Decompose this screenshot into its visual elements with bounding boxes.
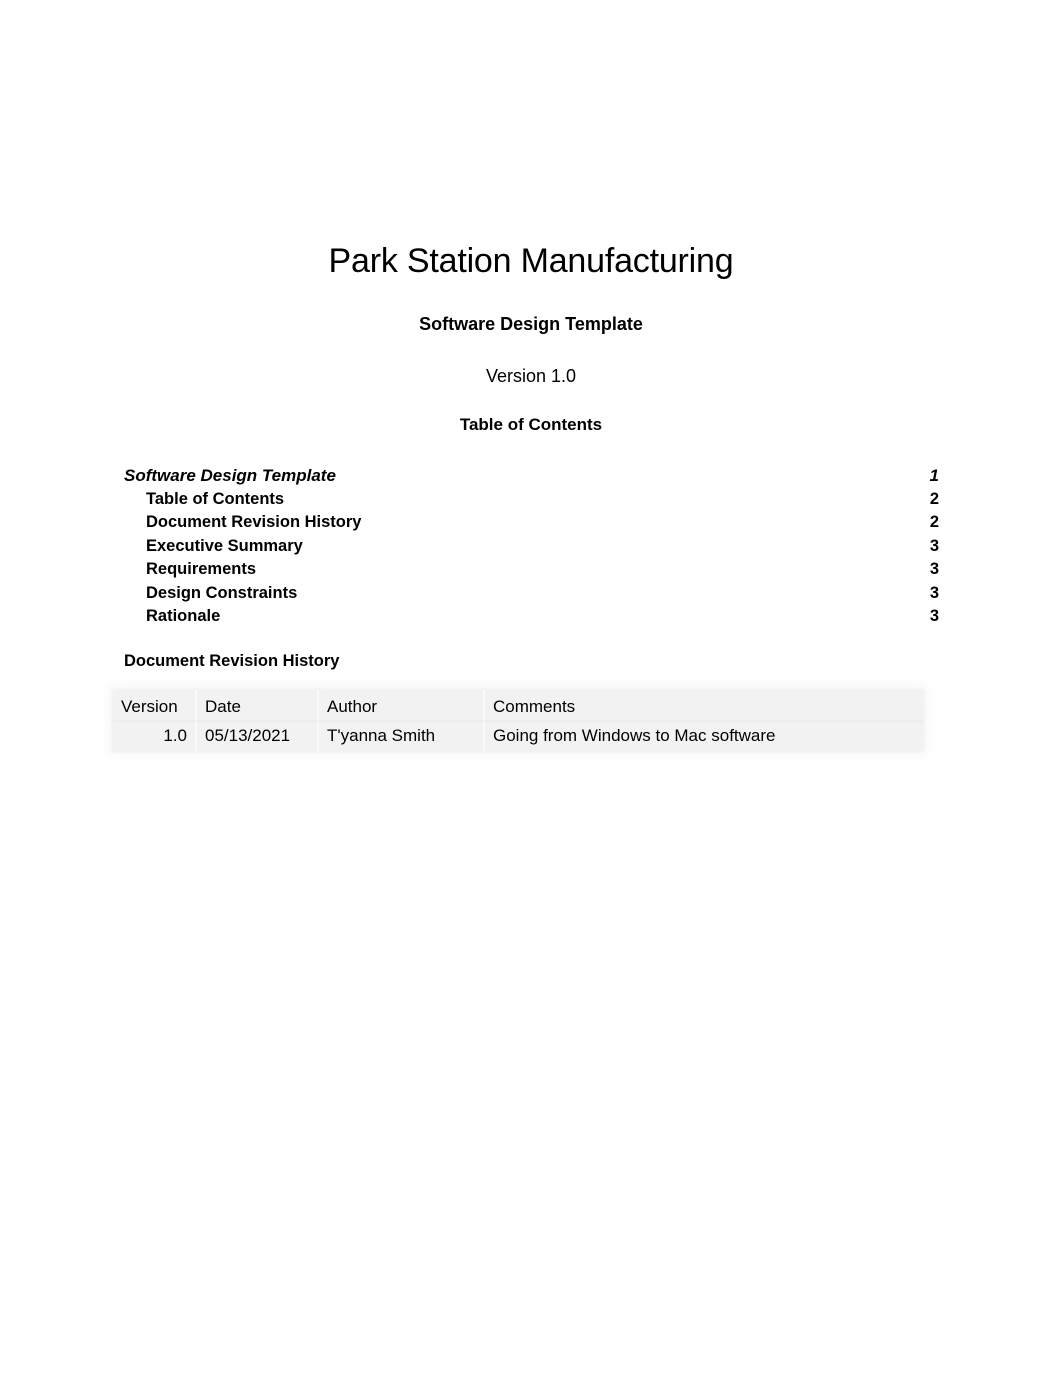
- revision-history-table: Version Date Author Comments 1.0 05/13/2…: [113, 690, 923, 751]
- toc-entry[interactable]: Table of Contents 2: [124, 488, 939, 512]
- toc-entry[interactable]: Executive Summary 3: [124, 535, 939, 559]
- toc-entry-page: 2: [929, 489, 939, 508]
- table-of-contents-heading: Table of Contents: [459, 415, 603, 434]
- toc-entry-page: 3: [929, 560, 939, 578]
- revision-history-table-container: Version Date Author Comments 1.0 05/13/2…: [113, 690, 923, 751]
- table-header-row: Version Date Author Comments: [113, 690, 923, 722]
- document-page: Park Station Manufacturing Software Desi…: [0, 0, 1062, 1377]
- column-header-date: Date: [197, 690, 319, 722]
- toc-entry[interactable]: Rationale 3: [124, 605, 939, 629]
- toc-entry-label: Rationale: [146, 607, 221, 625]
- toc-entry-page: 1: [929, 466, 939, 485]
- toc-entry-page: 3: [929, 583, 939, 602]
- revision-history-heading: Document Revision History: [124, 652, 340, 670]
- toc-entry-label: Requirements: [146, 560, 257, 578]
- toc-entry-label: Table of Contents: [146, 489, 285, 508]
- toc-entry-page: 2: [929, 513, 939, 531]
- toc-entry[interactable]: Design Constraints 3: [124, 582, 939, 606]
- cell-author: T'yanna Smith: [319, 722, 485, 751]
- toc-entry[interactable]: Requirements 3: [124, 558, 939, 582]
- toc-entry[interactable]: Software Design Template 1: [124, 464, 939, 488]
- toc-entry-label: Software Design Template: [124, 466, 336, 485]
- cell-comments: Going from Windows to Mac software: [485, 722, 923, 751]
- document-version: Version 1.0: [485, 366, 577, 386]
- toc-entry-page: 3: [929, 607, 939, 625]
- page-title: Park Station Manufacturing: [328, 242, 734, 280]
- document-subtitle: Software Design Template: [419, 314, 643, 334]
- cell-date: 05/13/2021: [197, 722, 319, 751]
- column-header-author: Author: [319, 690, 485, 722]
- table-row: 1.0 05/13/2021 T'yanna Smith Going from …: [113, 722, 923, 751]
- column-header-comments: Comments: [485, 690, 923, 722]
- toc-entry-page: 3: [929, 536, 939, 555]
- toc-entry[interactable]: Document Revision History 2: [124, 511, 939, 535]
- table-of-contents: Software Design Template 1 Table of Cont…: [124, 464, 939, 629]
- column-header-version: Version: [113, 690, 197, 722]
- cell-version: 1.0: [113, 722, 197, 751]
- toc-entry-label: Executive Summary: [146, 536, 303, 555]
- toc-entry-label: Design Constraints: [146, 583, 298, 602]
- toc-entry-label: Document Revision History: [146, 513, 362, 531]
